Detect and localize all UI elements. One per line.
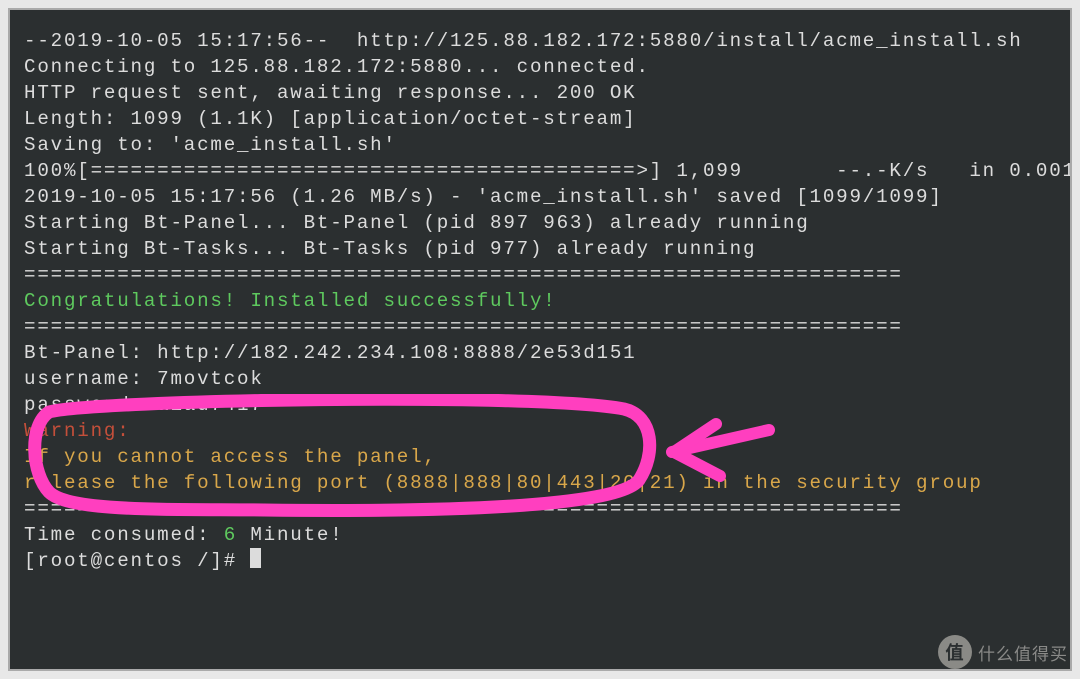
output-line: Starting Bt-Panel... Bt-Panel (pid 897 9…	[24, 210, 1056, 236]
watermark: 值 什么值得买	[938, 635, 1068, 669]
warning-label: Warning:	[24, 418, 1056, 444]
output-line: 2019-10-05 15:17:56 (1.26 MB/s) - 'acme_…	[24, 184, 1056, 210]
output-line: --2019-10-05 15:17:56-- http://125.88.18…	[24, 28, 1056, 54]
username-line: username: 7movtcok	[24, 366, 1056, 392]
separator-line: ========================================…	[24, 262, 1056, 288]
time-consumed-line: Time consumed: 6 Minute!	[24, 522, 1056, 548]
panel-url-line: Bt-Panel: http://182.242.234.108:8888/2e…	[24, 340, 1056, 366]
password-line: password: a1ad7417	[24, 392, 1056, 418]
warning-line: release the following port (8888|888|80|…	[24, 470, 1056, 496]
output-line: Saving to: 'acme_install.sh'	[24, 132, 1056, 158]
output-line: Length: 1099 (1.1K) [application/octet-s…	[24, 106, 1056, 132]
watermark-text: 什么值得买	[978, 640, 1068, 665]
cursor	[250, 548, 261, 568]
warning-line: If you cannot access the panel,	[24, 444, 1056, 470]
separator-line: ========================================…	[24, 496, 1056, 522]
separator-line: ========================================…	[24, 314, 1056, 340]
watermark-badge-icon: 值	[938, 635, 972, 669]
output-line: HTTP request sent, awaiting response... …	[24, 80, 1056, 106]
output-line: Starting Bt-Tasks... Bt-Tasks (pid 977) …	[24, 236, 1056, 262]
terminal-window[interactable]: --2019-10-05 15:17:56-- http://125.88.18…	[8, 8, 1072, 671]
output-line: Connecting to 125.88.182.172:5880... con…	[24, 54, 1056, 80]
success-message: Congratulations! Installed successfully!	[24, 288, 1056, 314]
prompt-line[interactable]: [root@centos /]#	[24, 548, 1056, 574]
output-line: 100%[===================================…	[24, 158, 1056, 184]
